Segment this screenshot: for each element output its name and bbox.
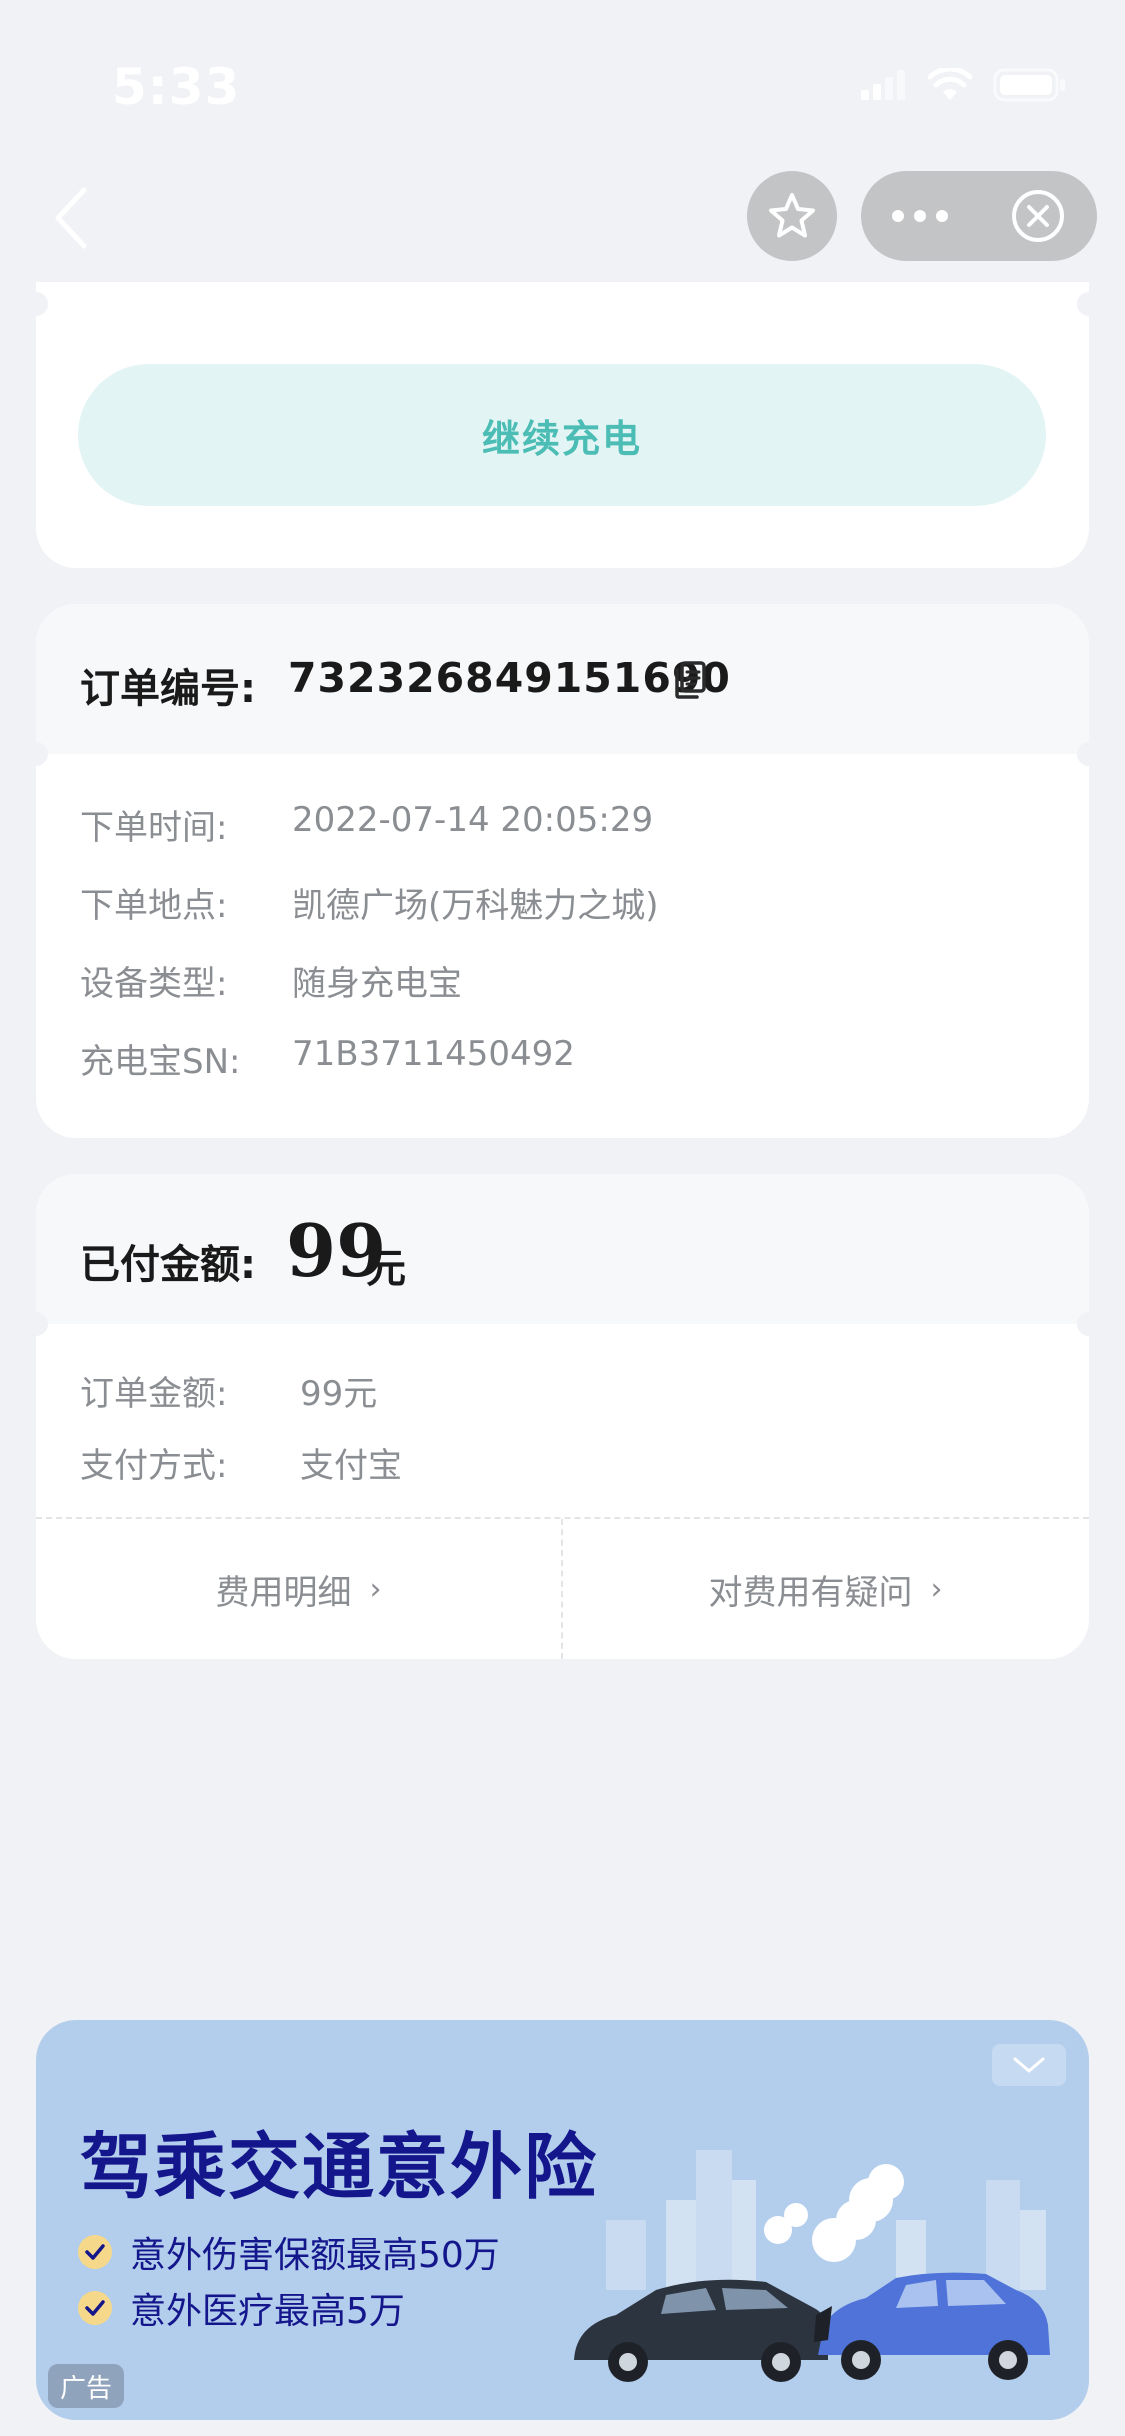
ticket-notch — [1077, 1312, 1089, 1336]
back-button[interactable] — [40, 178, 100, 258]
copy-button[interactable] — [670, 658, 710, 702]
check-icon — [78, 2235, 112, 2269]
ad-benefit-item: 意外医疗最高5万 — [78, 2282, 405, 2334]
detail-label: 下单时间: — [80, 808, 228, 848]
order-number-header: 订单编号: 732326849151690 — [36, 604, 1089, 754]
chevron-down-icon — [1013, 2057, 1045, 2073]
payment-label: 订单金额: — [80, 1374, 228, 1414]
paid-amount-header: 已付金额: 99 元 — [36, 1174, 1089, 1324]
ad-title: 驾乘交通意外险 — [80, 2125, 599, 2209]
ad-tag: 广告 — [48, 2364, 124, 2408]
detail-label: 设备类型: — [80, 964, 228, 1004]
wifi-icon — [927, 68, 973, 100]
detail-value: 随身充电宝 — [292, 964, 462, 1004]
detail-label: 充电宝SN: — [80, 1042, 241, 1082]
insurance-ad-banner[interactable]: 驾乘交通意外险 意外伤害保额最高50万 意外医疗最高5万 广告 — [36, 2020, 1089, 2420]
chevron-left-icon — [55, 187, 87, 249]
detail-value: 2022-07-14 20:05:29 — [292, 800, 654, 840]
status-time: 5:33 — [112, 58, 241, 116]
copy-icon — [675, 661, 706, 699]
detail-label: 下单地点: — [80, 886, 228, 926]
more-dots-icon — [892, 210, 948, 222]
car-accident-illustration — [574, 2150, 1050, 2382]
check-icon — [78, 2291, 112, 2325]
favorite-button[interactable] — [747, 171, 837, 261]
order-info-card: 订单编号: 732326849151690 下单时间: 2022-07-14 2… — [36, 604, 1089, 1138]
payment-card: 已付金额: 99 元 订单金额: 99元 支付方式: 支付宝 费用明细 › 对费… — [36, 1174, 1089, 1659]
status-bar: 5:33 — [0, 0, 1125, 170]
payment-value: 99元 — [300, 1374, 378, 1414]
cellular-signal-icon — [861, 70, 905, 100]
continue-charging-button[interactable]: 继续充电 — [78, 364, 1046, 506]
chevron-right-icon: › — [930, 1571, 943, 1607]
ad-benefit-text: 意外医疗最高5万 — [130, 2291, 405, 2332]
system-icons — [861, 68, 1067, 102]
ticket-notch — [36, 292, 48, 316]
payment-value: 支付宝 — [300, 1446, 402, 1486]
order-number-label: 订单编号: — [80, 666, 256, 712]
battery-icon — [993, 68, 1065, 102]
ticket-notch — [1077, 292, 1089, 316]
fee-details-link[interactable]: 费用明细 › — [36, 1519, 561, 1659]
chevron-right-icon: › — [369, 1571, 382, 1607]
ad-benefit-text: 意外伤害保额最高50万 — [130, 2235, 500, 2276]
paid-amount-unit: 元 — [366, 1246, 406, 1292]
paid-amount-label: 已付金额: — [80, 1242, 256, 1288]
fee-question-label: 对费用有疑问 — [708, 1572, 913, 1613]
order-number-value: 732326849151690 — [288, 654, 731, 702]
ad-collapse-button[interactable] — [992, 2044, 1066, 2086]
mini-program-capsule — [861, 171, 1097, 261]
detail-value: 凯德广场(万科魅力之城) — [292, 886, 659, 926]
detail-value: 71B3711450492 — [292, 1034, 575, 1074]
close-circle-icon — [1012, 190, 1064, 242]
ad-benefit-item: 意外伤害保额最高50万 — [78, 2226, 500, 2278]
fee-question-link[interactable]: 对费用有疑问 › — [563, 1519, 1088, 1659]
continue-card: 继续充电 — [36, 282, 1089, 568]
payment-label: 支付方式: — [80, 1446, 228, 1486]
star-icon — [769, 193, 815, 238]
more-button[interactable] — [861, 171, 979, 261]
ticket-notch — [1077, 742, 1089, 766]
close-button[interactable] — [979, 171, 1097, 261]
fee-details-label: 费用明细 — [215, 1572, 352, 1613]
